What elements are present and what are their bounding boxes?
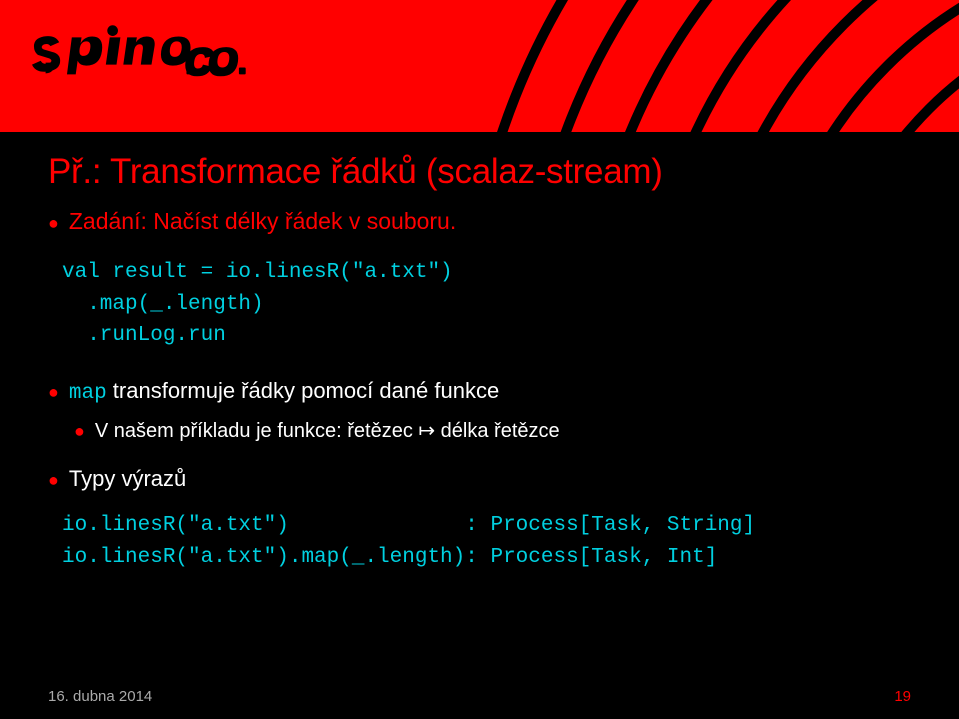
bullet-icon: ● — [48, 383, 59, 401]
spinoco-logo — [32, 18, 246, 86]
bullet-icon: ● — [48, 471, 59, 489]
slide-content: Př.: Transformace řádků (scalaz-stream) … — [0, 132, 959, 575]
bullet-icon: ● — [74, 422, 85, 440]
bullet-icon: ● — [48, 214, 59, 232]
list-item: ● map transformuje řádky pomocí dané fun… — [48, 378, 911, 406]
slide-header — [0, 0, 959, 132]
list-item: ● V našem příkladu je funkce: řetězec ↦ … — [74, 418, 911, 446]
slide-title: Př.: Transformace řádků (scalaz-stream) — [48, 152, 911, 192]
bullet-text: map transformuje řádky pomocí dané funkc… — [69, 378, 499, 405]
assignment-row: ● Zadání: Načíst délky řádek v souboru. — [48, 208, 911, 235]
slide-footer: 16. dubna 2014 19 — [48, 688, 911, 705]
list-item: ● Typy výrazů — [48, 466, 911, 494]
bullet-text: Typy výrazů — [69, 466, 186, 492]
assignment-text: Zadání: Načíst délky řádek v souboru. — [69, 208, 456, 235]
subbullet-text: V našem příkladu je funkce: řetězec ↦ dé… — [95, 418, 560, 443]
footer-date: 16. dubna 2014 — [48, 688, 152, 705]
code-snippet-types: io.linesR("a.txt") : Process[Task, Strin… — [62, 510, 911, 575]
decorative-rings — [280, 0, 959, 132]
bullet-list: ● map transformuje řádky pomocí dané fun… — [48, 378, 911, 494]
code-snippet-1: val result = io.linesR("a.txt") .map(_.l… — [62, 257, 911, 352]
footer-page-number: 19 — [894, 688, 911, 705]
